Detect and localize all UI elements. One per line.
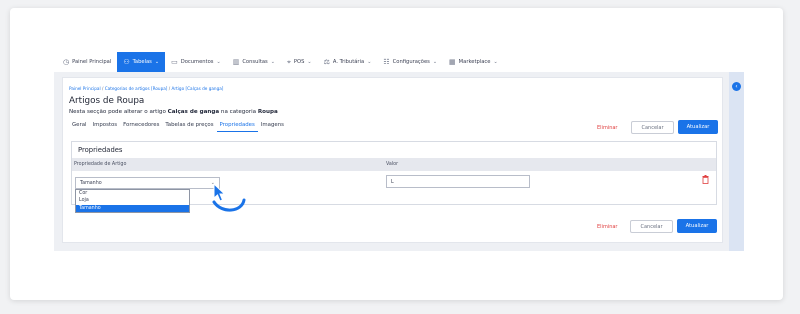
property-select-value: Tamanho — [80, 181, 102, 186]
value-input[interactable]: L — [386, 175, 530, 188]
breadcrumb-item-home[interactable]: Painel Principal — [69, 86, 101, 91]
bar-chart-icon: ▥ — [232, 58, 240, 66]
chevron-down-icon: ⌄ — [307, 59, 312, 65]
tag-icon: ⌖ — [286, 57, 291, 66]
nav-item-consultas[interactable]: ▥ Consultas ⌄ — [227, 52, 281, 72]
tab-tabelas-de-pre-os[interactable]: Tabelas de preços — [162, 122, 216, 132]
users-icon: ⚇ — [123, 58, 130, 66]
chevron-down-icon: ⌄ — [216, 59, 221, 65]
trash-icon[interactable] — [702, 175, 709, 186]
nav-item-configura-es[interactable]: ☷ Configurações ⌄ — [377, 52, 443, 72]
document-icon: ▭ — [171, 58, 178, 66]
nav-item-a-tribut-ria[interactable]: ⚖ A. Tributária ⌄ — [318, 52, 378, 72]
nav-item-label: Consultas — [242, 59, 268, 65]
column-value: Valor — [386, 162, 399, 167]
subtitle-prefix: Nesta secção pode alterar o artigo — [69, 109, 168, 115]
tab-geral[interactable]: Geral — [69, 122, 90, 132]
side-strip — [729, 72, 744, 251]
nav-item-label: Marketplace — [458, 59, 491, 65]
nav-item-label: Documentos — [180, 59, 214, 65]
delete-button-bottom[interactable]: Eliminar — [597, 224, 618, 230]
properties-title: Propriedades — [78, 146, 123, 154]
grid-icon: ▦ — [449, 58, 456, 66]
chevron-down-icon: ⌄ — [154, 59, 160, 65]
properties-section: Propriedades Propriedade de Artigo Valor… — [71, 141, 717, 213]
dropdown-option[interactable]: Tamanho — [76, 204, 189, 212]
nav-item-label: Tabelas — [132, 59, 152, 65]
breadcrumb: Painel Principal / Categorias de artigos… — [69, 86, 224, 91]
clock-icon: ◷ — [63, 58, 70, 66]
subtitle-category: Roupa — [257, 109, 278, 115]
tabs: Geral Impostos Fornecedores Tabelas de preç… — [69, 122, 287, 132]
sliders-icon: ☷ — [383, 58, 390, 66]
nav-item-label: Configurações — [392, 59, 430, 65]
top-nav: ◷ Painel Principal ⚇ Tabelas ⌄ ▭ Documentos ⌄ ▥ C… — [54, 52, 744, 72]
nav-item-painel-principal[interactable]: ◷ Painel Principal — [57, 52, 117, 72]
breadcrumb-item-article[interactable]: Artigo [Calças de ganga] — [172, 86, 224, 91]
nav-item-documentos[interactable]: ▭ Documentos ⌄ — [165, 52, 227, 72]
chevron-down-icon: ⌄ — [367, 59, 372, 65]
chevron-down-icon: ⌄ — [493, 59, 498, 65]
cancel-button-bottom[interactable]: Cancelar — [630, 220, 673, 233]
column-property: Propriedade de Artigo — [74, 162, 127, 167]
tab-imagens[interactable]: Imagens — [258, 122, 287, 132]
app-window: ◷ Painel Principal ⚇ Tabelas ⌄ ▭ Documentos ⌄ ▥ C… — [54, 52, 744, 251]
page-subtitle: Nesta secção pode alterar o artigo Calça… — [69, 109, 278, 115]
nav-item-label: A. Tributária — [332, 59, 365, 65]
chevron-down-icon: ⌄ — [270, 59, 275, 65]
tab-impostos[interactable]: Impostos — [90, 122, 121, 132]
chevron-down-icon: ⌄ — [432, 59, 438, 65]
page-title: Artigos de Roupa — [69, 96, 145, 106]
property-select[interactable]: Tamanho ⌄ — [75, 177, 220, 189]
breadcrumb-item-category[interactable]: Categorias de artigos [Roupa] — [105, 86, 168, 91]
nav-item-marketplace[interactable]: ▦ Marketplace ⌄ — [443, 52, 504, 72]
dropdown-option[interactable]: Cor — [76, 190, 189, 197]
nav-item-label: Painel Principal — [72, 59, 112, 65]
delete-button[interactable]: Eliminar — [597, 125, 618, 131]
main-panel: Painel Principal / Categorias de artigos… — [62, 77, 723, 243]
subtitle-middle: na categoria — [219, 109, 258, 115]
dropdown-option[interactable]: Loja — [76, 197, 189, 204]
nav-item-tabelas[interactable]: ⚇ Tabelas ⌄ — [117, 52, 166, 72]
save-button[interactable]: Atualizar — [678, 120, 718, 134]
info-icon[interactable]: ‹ — [732, 82, 741, 91]
nav-item-label: POS — [293, 59, 305, 65]
save-button-bottom[interactable]: Atualizar — [677, 219, 717, 233]
tab-fornecedores[interactable]: Fornecedores — [120, 122, 162, 132]
scale-icon: ⚖ — [323, 58, 330, 66]
click-cursor-icon — [212, 182, 246, 212]
cancel-button[interactable]: Cancelar — [631, 121, 674, 134]
property-dropdown-list: Cor Loja Tamanho — [75, 189, 190, 213]
nav-item-pos[interactable]: ⌖ POS ⌄ — [281, 52, 318, 72]
tab-propriedades[interactable]: Propriedades — [216, 122, 258, 132]
properties-header: Propriedade de Artigo Valor — [72, 158, 716, 171]
subtitle-article: Calças de ganga — [167, 109, 220, 115]
